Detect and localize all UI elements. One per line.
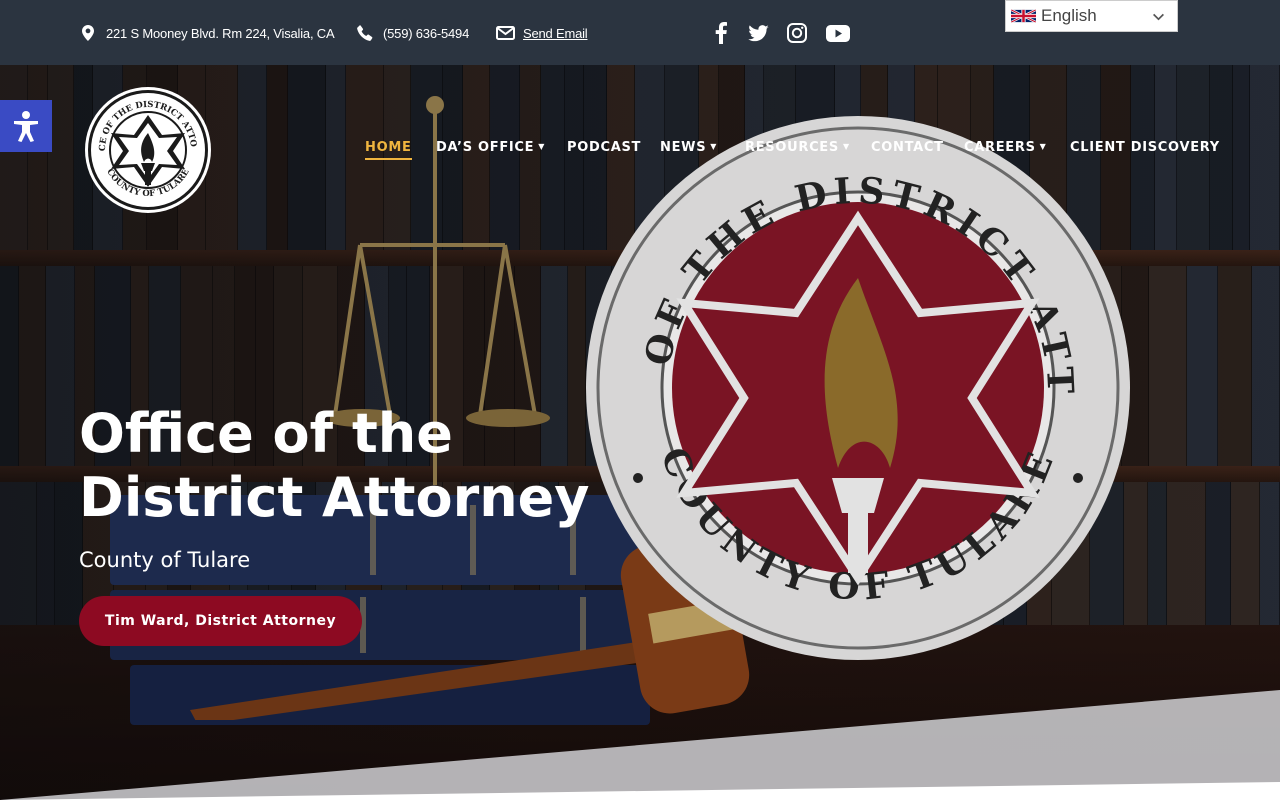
nav-das-office[interactable]: DA’S OFFICE ▼ — [436, 140, 545, 155]
nav-home[interactable]: HOME — [365, 140, 412, 160]
nav-resources[interactable]: RESOURCES ▼ — [745, 140, 850, 155]
envelope-icon — [495, 23, 515, 43]
main-navigation: HOME DA’S OFFICE ▼ PODCAST NEWS ▼ RESOURCE… — [0, 140, 1280, 164]
nav-careers[interactable]: CAREERS ▼ — [964, 140, 1047, 155]
nav-das-office-label: DA’S OFFICE — [436, 140, 535, 155]
nav-contact[interactable]: CONTACT — [871, 140, 944, 155]
language-select[interactable]: English — [1005, 0, 1178, 32]
accessibility-icon — [14, 111, 38, 142]
address-text: 221 S Mooney Blvd. Rm 224, Visalia, CA — [106, 25, 335, 41]
facebook-icon[interactable] — [708, 20, 734, 46]
caret-down-icon: ▼ — [1039, 142, 1047, 151]
twitter-icon[interactable] — [745, 20, 771, 46]
phone-icon — [355, 23, 375, 43]
hero-title-line1: Office of the — [79, 402, 453, 465]
nav-podcast[interactable]: PODCAST — [567, 140, 641, 155]
send-email-link[interactable]: Send Email — [523, 26, 588, 41]
chevron-down-icon — [1153, 13, 1164, 21]
top-bar: 221 S Mooney Blvd. Rm 224, Visalia, CA (… — [0, 0, 1280, 65]
phone-item[interactable]: (559) 636-5494 — [355, 23, 469, 43]
phone-text[interactable]: (559) 636-5494 — [383, 26, 469, 41]
nav-client-discovery[interactable]: CLIENT DISCOVERY — [1070, 140, 1220, 155]
instagram-icon[interactable] — [784, 20, 810, 46]
youtube-icon[interactable] — [825, 20, 851, 46]
nav-news-label: NEWS — [660, 140, 707, 155]
hero-subtitle: County of Tulare — [79, 548, 251, 572]
uk-flag-icon — [1011, 9, 1036, 23]
caret-down-icon: ▼ — [842, 142, 850, 151]
hero-title: Office of the District Attorney — [79, 402, 639, 530]
caret-down-icon: ▼ — [538, 142, 546, 151]
district-attorney-button[interactable]: Tim Ward, District Attorney — [79, 596, 362, 646]
hero-title-line2: District Attorney — [79, 466, 590, 529]
language-label: English — [1041, 6, 1097, 25]
address-item: 221 S Mooney Blvd. Rm 224, Visalia, CA — [78, 23, 335, 43]
district-attorney-seal-image: OFFICE OF THE DISTRICT ATTORNEY COUNTY O… — [582, 108, 1130, 660]
caret-down-icon: ▼ — [710, 142, 718, 151]
nav-resources-label: RESOURCES — [745, 140, 839, 155]
nav-news[interactable]: NEWS ▼ — [660, 140, 717, 155]
email-item[interactable]: Send Email — [495, 23, 588, 43]
map-pin-icon — [78, 23, 98, 43]
nav-careers-label: CAREERS — [964, 140, 1036, 155]
accessibility-toolbar-button[interactable] — [0, 100, 52, 152]
